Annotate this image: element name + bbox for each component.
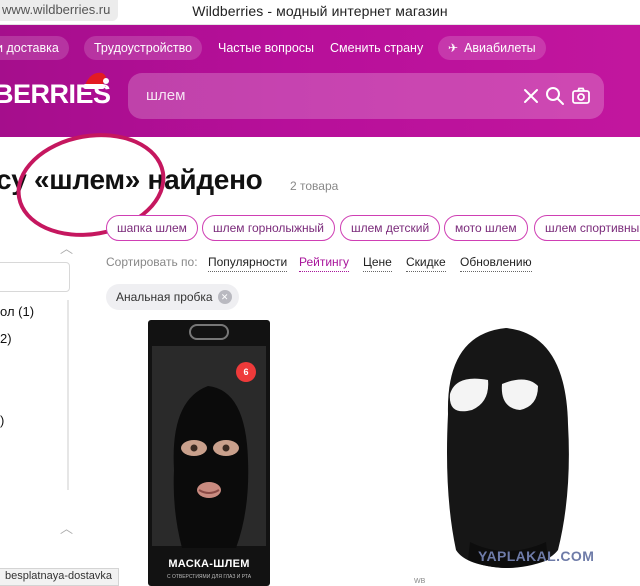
- product-card-image-2[interactable]: [426, 314, 586, 574]
- status-bar-url: besplatnaya-dostavka: [0, 568, 120, 586]
- nav-flights[interactable]: ✈ Авиабилеты: [438, 36, 546, 60]
- tag-chip[interactable]: шлем горнолыжный: [202, 215, 335, 241]
- santa-hat-icon: [83, 72, 109, 89]
- remove-filter-icon[interactable]: ✕: [217, 290, 232, 304]
- sidebar-item-2[interactable]: 2): [0, 331, 12, 346]
- airplane-icon: ✈: [448, 41, 459, 55]
- sort-newest[interactable]: Обновлению: [460, 255, 532, 272]
- window-title: Wildberries - модный интернет магазин: [192, 3, 448, 19]
- nav-jobs[interactable]: Трудоустройство: [84, 36, 203, 60]
- browser-title-bar: www.wildberries.ru Wildberries - модный …: [0, 0, 640, 25]
- tag-chip[interactable]: шапка шлем: [106, 215, 198, 241]
- sidebar-item-1[interactable]: ол (1): [0, 304, 34, 319]
- sort-label: Сортировать по:: [106, 255, 198, 269]
- active-filter-label: Анальная пробка: [116, 290, 213, 304]
- product-card-image[interactable]: 6 МАСКА-ШЛЕМ С ОТВЕРСТИЯМИ ДЛЯ ГЛАЗ И РТ…: [148, 320, 270, 586]
- mask-photo: [152, 346, 266, 548]
- results-title: су «шлем» найдено: [0, 164, 263, 195]
- close-icon[interactable]: [520, 85, 542, 107]
- nav-faq[interactable]: Частые вопросы: [218, 36, 314, 60]
- search-icon[interactable]: [544, 85, 566, 107]
- results-count: 2 товара: [290, 179, 339, 193]
- nav-flights-label: Авиабилеты: [464, 41, 536, 55]
- tag-chip[interactable]: мото шлем: [444, 215, 528, 241]
- sort-price[interactable]: Цене: [363, 255, 392, 272]
- camera-icon[interactable]: [570, 85, 592, 107]
- sort-rating[interactable]: Рейтингу: [299, 255, 350, 272]
- top-nav: и доставка Трудоустройство Частые вопрос…: [0, 36, 640, 60]
- nav-change-country[interactable]: Сменить страну: [330, 36, 423, 60]
- search-bar[interactable]: шлем: [128, 73, 604, 119]
- tag-chip[interactable]: шлем спортивный: [534, 215, 640, 241]
- chevron-up-icon[interactable]: ︿: [60, 238, 73, 257]
- site-header: и доставка Трудоустройство Частые вопрос…: [0, 25, 640, 137]
- brand-mark: WB: [414, 578, 426, 585]
- package-subtitle: С ОТВЕРСТИЯМИ ДЛЯ ГЛАЗ И РТА: [166, 574, 252, 580]
- package-badge: 6: [236, 362, 256, 382]
- watermark: YAPLAKAL.COM: [478, 548, 595, 564]
- sidebar-item-3[interactable]: ): [0, 413, 4, 428]
- chevron-up-icon[interactable]: ︿: [60, 518, 73, 537]
- search-input[interactable]: шлем: [146, 87, 185, 104]
- package-label: МАСКА-ШЛЕМ: [168, 558, 250, 570]
- sidebar-scrollbar[interactable]: [67, 300, 69, 490]
- sort-popularity[interactable]: Популярности: [208, 255, 288, 272]
- sidebar-filter-input[interactable]: [0, 262, 70, 292]
- sort-discount[interactable]: Скидке: [406, 255, 446, 272]
- active-filter-chip[interactable]: Анальная пробка ✕: [106, 284, 239, 310]
- nav-delivery[interactable]: и доставка: [0, 36, 69, 60]
- tag-chip[interactable]: шлем детский: [340, 215, 441, 241]
